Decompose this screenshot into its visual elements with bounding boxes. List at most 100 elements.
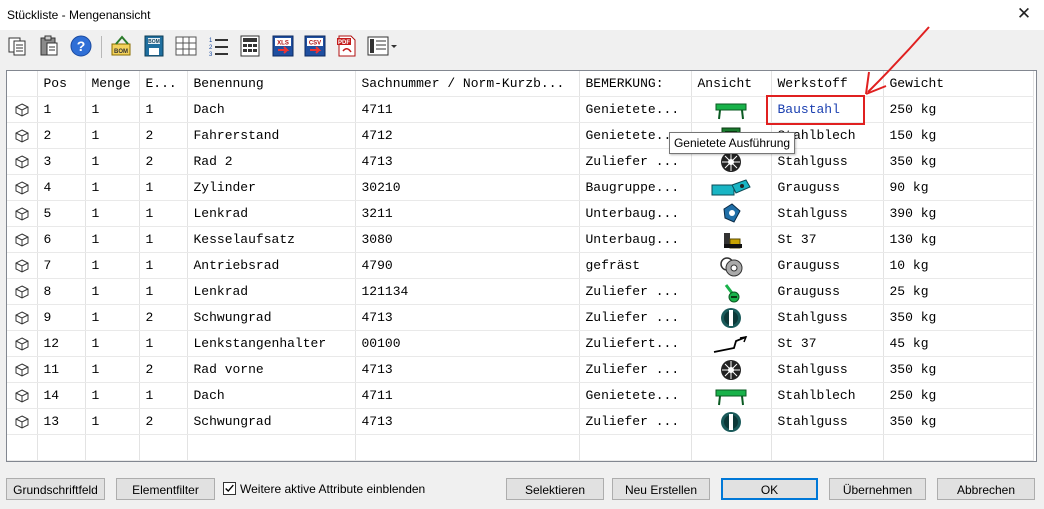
row-part-icon-cell [7, 304, 38, 331]
table-row[interactable]: 8 1 1 Lenkrad 121134 Zuliefer ... Grauguss 25 k… [7, 278, 1034, 305]
svg-text:XLS: XLS [277, 41, 289, 47]
cell-werkstoff: Stahlblech [771, 382, 884, 409]
cell-bemerkung: Zuliefer ... [579, 408, 692, 435]
cell-pos: 12 [37, 330, 86, 357]
table-row[interactable]: 1 1 1 Dach 4711 Genietete... Baustahl 250 kg [7, 96, 1034, 123]
copy-icon[interactable] [6, 34, 30, 58]
help-icon[interactable]: ? [69, 34, 93, 58]
cell-e: 2 [139, 408, 188, 435]
cell-sachnummer: 00100 [355, 330, 580, 357]
column-settings-dropdown-icon[interactable] [366, 34, 400, 58]
cell-bemerkung: gefräst [579, 252, 692, 279]
selektieren-button[interactable]: Selektieren [506, 478, 604, 500]
cell-sachnummer: 121134 [355, 278, 580, 305]
toolbar: ? BOM BOM 123 XLS CSV PDF [0, 30, 1044, 62]
table-row[interactable]: 2 1 2 Fahrerstand 4712 Genietete... Stahlblech… [7, 122, 1034, 149]
table-row[interactable]: 6 1 1 Kesselaufsatz 3080 Unterbaug... St 37 130… [7, 226, 1034, 253]
cell-pos: 5 [37, 200, 86, 227]
part-thumbnail-icon [710, 255, 752, 277]
svg-text:?: ? [77, 38, 86, 54]
part-cube-icon [15, 259, 29, 273]
table-view-icon[interactable] [174, 34, 198, 58]
table-row[interactable]: 14 1 1 Dach 4711 Genietete... Stahlblech 250 kg [7, 382, 1034, 409]
part-cube-icon [15, 337, 29, 351]
cell-bemerkung: Zuliefer ... [579, 278, 692, 305]
table-row[interactable]: 12 1 1 Lenkstangenhalter 00100 Zuliefert... St… [7, 330, 1034, 357]
bom-save-icon[interactable]: BOM [142, 34, 166, 58]
weitere-attribute-checkbox[interactable] [223, 482, 236, 495]
neu-erstellen-button[interactable]: Neu Erstellen [612, 478, 710, 500]
cell-gewicht: 25 kg [883, 278, 1034, 305]
table-row[interactable]: 7 1 1 Antriebsrad 4790 gefräst Grauguss 10 kg [7, 252, 1034, 279]
cell-gewicht: 250 kg [883, 382, 1034, 409]
ok-button[interactable]: OK [721, 478, 818, 500]
column-header-ansicht[interactable]: Ansicht [691, 71, 772, 97]
cell-bemerkung: Zuliefer ... [579, 304, 692, 331]
table-row[interactable]: 5 1 1 Lenkrad 3211 Unterbaug... Stahlguss 390 k… [7, 200, 1034, 227]
cell-benennung: Lenkrad [187, 200, 356, 227]
grundschriftfeld-button[interactable]: Grundschriftfeld [6, 478, 105, 500]
cell-werkstoff: Stahlguss [771, 200, 884, 227]
export-csv-icon[interactable]: CSV [303, 34, 327, 58]
export-pdf-icon[interactable]: PDF [335, 34, 359, 58]
cell-menge: 1 [85, 148, 140, 175]
cell-menge: 1 [85, 122, 140, 149]
table-row[interactable]: 9 1 2 Schwungrad 4713 Zuliefer ... Stahlguss 35… [7, 304, 1034, 331]
uebernehmen-button[interactable]: Übernehmen [829, 478, 926, 500]
column-header-gewicht[interactable]: Gewicht [883, 71, 1034, 97]
cell-e: 2 [139, 356, 188, 383]
empty-row [7, 460, 1034, 461]
table-row[interactable]: 3 1 2 Rad 2 4713 Zuliefer ... Stahlguss 350 kg [7, 148, 1034, 175]
cell-bemerkung: Unterbaug... [579, 200, 692, 227]
bom-export-icon[interactable]: BOM [110, 34, 134, 58]
window-title: Stückliste - Mengenansicht [7, 8, 151, 22]
column-header-pos[interactable]: Pos [37, 71, 86, 97]
cell-bemerkung: Zuliefert... [579, 330, 692, 357]
cell-menge: 1 [85, 330, 140, 357]
row-part-icon-cell [7, 226, 38, 253]
cell-pos: 3 [37, 148, 86, 175]
svg-text:PDF: PDF [338, 40, 350, 46]
elementfilter-button[interactable]: Elementfilter [116, 478, 215, 500]
calculator-sheet-icon[interactable] [238, 34, 262, 58]
numbered-list-icon[interactable]: 123 [206, 34, 230, 58]
column-header-menge[interactable]: Menge [85, 71, 140, 97]
part-thumbnail-icon [710, 307, 752, 329]
weitere-attribute-label[interactable]: Weitere aktive Attribute einblenden [240, 482, 425, 496]
row-part-icon-cell [7, 330, 38, 357]
column-header-icon[interactable] [7, 71, 38, 97]
table-row[interactable]: 13 1 2 Schwungrad 4713 Zuliefer ... Stahlguss 3… [7, 408, 1034, 435]
abbrechen-button[interactable]: Abbrechen [937, 478, 1035, 500]
cell-benennung: Zylinder [187, 174, 356, 201]
title-bar: Stückliste - Mengenansicht ✕ [0, 0, 1044, 30]
cell-bemerkung: Genietete... [579, 382, 692, 409]
cell-werkstoff: St 37 [771, 330, 884, 357]
cell-sachnummer: 4713 [355, 148, 580, 175]
export-xls-icon[interactable]: XLS [271, 34, 295, 58]
part-cube-icon [15, 389, 29, 403]
cell-pos: 14 [37, 382, 86, 409]
cell-ansicht [691, 226, 772, 253]
close-icon[interactable]: ✕ [1014, 4, 1034, 24]
cell-menge: 1 [85, 252, 140, 279]
cell-benennung: Rad 2 [187, 148, 356, 175]
part-cube-icon [15, 181, 29, 195]
column-header-werkstoff[interactable]: Werkstoff [771, 71, 884, 97]
paste-icon[interactable] [37, 34, 61, 58]
cell-ansicht [691, 356, 772, 383]
column-header-sachnummer[interactable]: Sachnummer / Norm-Kurzb... [355, 71, 580, 97]
cell-ansicht [691, 252, 772, 279]
part-thumbnail-icon [710, 229, 752, 251]
cell-menge: 1 [85, 278, 140, 305]
cell-sachnummer: 4713 [355, 304, 580, 331]
column-header-bemerkung[interactable]: BEMERKUNG: [579, 71, 692, 97]
cell-pos: 6 [37, 226, 86, 253]
table-row[interactable]: 11 1 2 Rad vorne 4713 Zuliefer ... Stahlguss 35… [7, 356, 1034, 383]
part-cube-icon [15, 207, 29, 221]
cell-ansicht [691, 408, 772, 435]
cell-werkstoff[interactable]: Baustahl [771, 96, 884, 123]
column-header-benennung[interactable]: Benennung [187, 71, 356, 97]
column-header-e[interactable]: E... [139, 71, 188, 97]
table-row[interactable]: 4 1 1 Zylinder 30210 Baugruppe... Grauguss 90 k… [7, 174, 1034, 201]
cell-sachnummer: 4790 [355, 252, 580, 279]
